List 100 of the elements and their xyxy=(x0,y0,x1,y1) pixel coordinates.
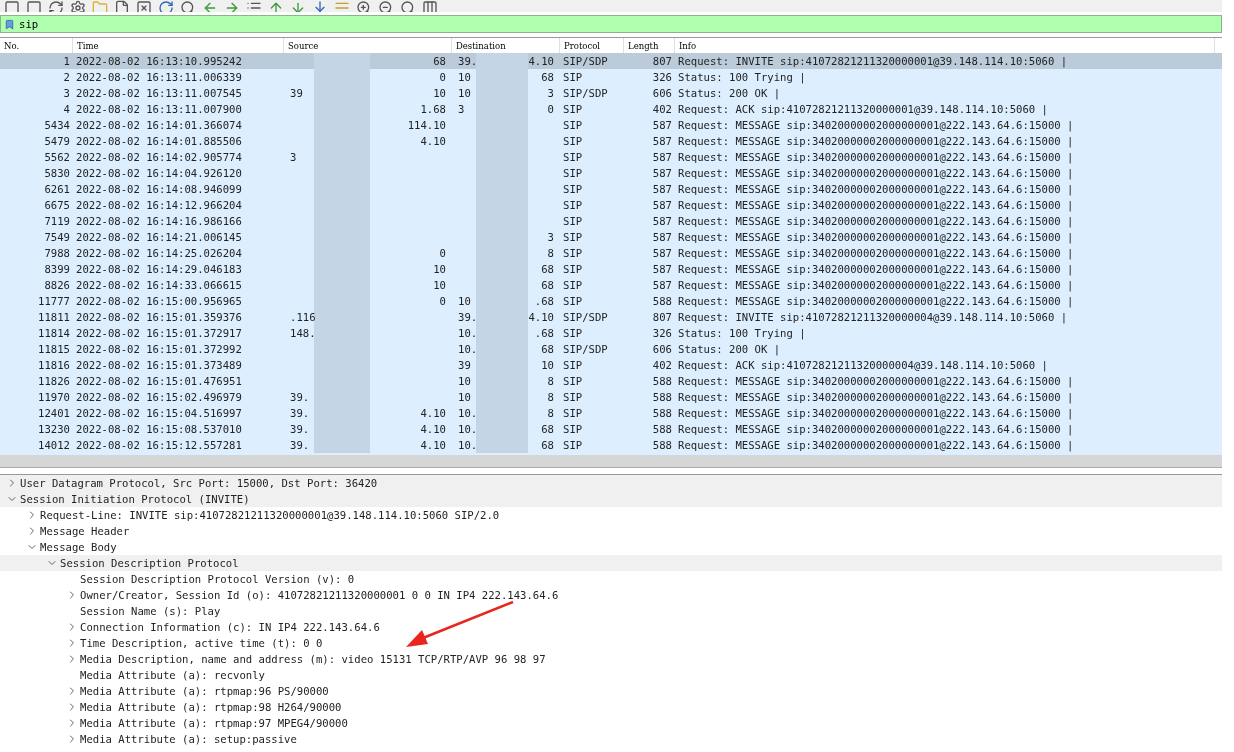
refresh-icon[interactable] xyxy=(48,0,64,12)
packet-row[interactable]: 1 2022-08-02 16:13:10.995242 68 39. 4.10 SIP/SDP 807 Request: INVITE sip:41072821211320000001@39.148.114.10:5060 | xyxy=(0,53,1222,69)
reload-icon[interactable] xyxy=(158,0,174,12)
address-fragment: 10 xyxy=(433,279,446,291)
tree-item[interactable]: User Datagram Protocol, Src Port: 15000, Dst Port: 36420 xyxy=(0,475,1222,491)
address-fragment: 39. xyxy=(290,407,310,419)
packet-row[interactable]: 7119 2022-08-02 16:14:16.986166 SIP 587 Request: MESSAGE sip:34020000002000000001@222.143.64.6:15000 | xyxy=(0,213,1222,229)
packet-row[interactable]: 12401 2022-08-02 16:15:04.516997 39. 4.10 10. 8 SIP 588 Request: MESSAGE sip:34020000002000000001@222.143.64.6:15000 | xyxy=(0,405,1222,421)
packet-row[interactable]: 5434 2022-08-02 16:14:01.366074 114.10 SIP 587 Request: MESSAGE sip:34020000002000000001@222.143.64.6:15000 | xyxy=(0,117,1222,133)
tree-item[interactable]: Owner/Creator, Session Id (o): 41072821211320000001 0 0 IN IP4 222.143.64.6 xyxy=(0,587,1222,603)
tree-item[interactable]: Connection Information (c): IN IP4 222.143.64.6 xyxy=(0,619,1222,635)
packet-row[interactable]: 3 2022-08-02 16:13:11.007545 39 10 10 3 SIP/SDP 606 Status: 200 OK | xyxy=(0,85,1222,101)
table-cell-text: SIP/SDP xyxy=(562,55,609,67)
tree-item[interactable]: Message Body xyxy=(0,539,1222,555)
tree-item[interactable]: Media Attribute (a): rtpmap:98 H264/90000 xyxy=(0,699,1222,715)
tree-item[interactable]: Session Description Protocol Version (v): 0 xyxy=(0,571,1222,587)
address-fragment: 10 xyxy=(458,71,471,83)
scroll-down-icon[interactable] xyxy=(312,0,328,12)
table-cell-text: SIP xyxy=(562,119,584,131)
packet-row[interactable]: 14012 2022-08-02 16:15:12.557281 39. 4.10 10. 68 SIP 588 Request: MESSAGE sip:34020000002000000001@222.143.64.6:15000 | xyxy=(0,437,1222,453)
table-cell-text: 587 xyxy=(651,247,673,259)
tree-item[interactable]: Message Header xyxy=(0,523,1222,539)
file-icon[interactable] xyxy=(114,0,130,12)
packet-row[interactable]: 11815 2022-08-02 16:15:01.372992 10. 68 SIP/SDP 606 Status: 200 OK | xyxy=(0,341,1222,357)
table-cell-text: 2022-08-02 16:15:01.372917 xyxy=(75,327,243,339)
table-cell-text: 326 xyxy=(651,71,673,83)
bookmark-icon[interactable] xyxy=(4,18,15,30)
address-fragment: 68 xyxy=(541,279,554,291)
address-fragment: 0 xyxy=(547,103,554,115)
list-icon[interactable] xyxy=(246,0,262,12)
table-cell-text: 587 xyxy=(651,279,673,291)
settings-icon[interactable] xyxy=(70,0,86,12)
tree-item[interactable]: Media Attribute (a): rtpmap:96 PS/90000 xyxy=(0,683,1222,699)
packet-row[interactable]: 13230 2022-08-02 16:15:08.537010 39. 4.10 10. 68 SIP 588 Request: MESSAGE sip:34020000002000000001@222.143.64.6:15000 | xyxy=(0,421,1222,437)
table-cell-text: 587 xyxy=(651,215,673,227)
packet-row[interactable]: 7549 2022-08-02 16:14:21.006145 3 SIP 587 Request: MESSAGE sip:34020000002000000001@222.143.64.6:15000 | xyxy=(0,229,1222,245)
tree-item[interactable]: Request-Line: INVITE sip:41072821211320000001@39.148.114.10:5060 SIP/2.0 xyxy=(0,507,1222,523)
table-cell-text: SIP xyxy=(562,359,584,371)
packet-row[interactable]: 6675 2022-08-02 16:14:12.966204 SIP 587 Request: MESSAGE sip:34020000002000000001@222.143.64.6:15000 | xyxy=(0,197,1222,213)
close-file-icon[interactable] xyxy=(136,0,152,12)
tree-item[interactable]: Media Attribute (a): recvonly xyxy=(0,667,1222,683)
table-cell-text: 2022-08-02 16:14:25.026204 xyxy=(75,247,243,259)
packet-row[interactable]: 11777 2022-08-02 16:15:00.956965 0 10 .68 SIP 588 Request: MESSAGE sip:34020000002000000001@222.143.64.6:15000 | xyxy=(0,293,1222,309)
lines-icon[interactable] xyxy=(334,0,350,12)
packet-row[interactable]: 11816 2022-08-02 16:15:01.373489 39 10 SIP 402 Request: ACK sip:41072821211320000004@39.148.114.10:5060 | xyxy=(0,357,1222,373)
zoom-out-icon[interactable] xyxy=(378,0,394,12)
horizontal-scrollbar[interactable] xyxy=(0,455,1222,468)
packet-row[interactable]: 11826 2022-08-02 16:15:01.476951 10 8 SIP 588 Request: MESSAGE sip:34020000002000000001@222.143.64.6:15000 | xyxy=(0,373,1222,389)
tree-item[interactable]: Media Attribute (a): setup:passive xyxy=(0,731,1222,747)
packet-row[interactable]: 11811 2022-08-02 16:15:01.359376 .116 39. 4.10 SIP/SDP 807 Request: INVITE sip:41072821211320000004@39.148.114.10:5060 | xyxy=(0,309,1222,325)
address-fragment: 68 xyxy=(541,71,554,83)
display-filter-field[interactable]: sip xyxy=(19,18,1169,30)
packet-row[interactable]: 5479 2022-08-02 16:14:01.885506 4.10 SIP 587 Request: MESSAGE sip:34020000002000000001@222.143.64.6:15000 | xyxy=(0,133,1222,149)
packet-row[interactable]: 11970 2022-08-02 16:15:02.496979 39. 10 8 SIP 588 Request: MESSAGE sip:34020000002000000001@222.143.64.6:15000 | xyxy=(0,389,1222,405)
tree-item[interactable]: Time Description, active time (t): 0 0 xyxy=(0,635,1222,651)
table-cell-text: 2022-08-02 16:15:01.373489 xyxy=(75,359,243,371)
table-cell-text: Request: ACK sip:41072821211320000004@39.148.114.10:5060 | xyxy=(677,359,1049,371)
table-cell-text: 7119 xyxy=(43,215,71,227)
address-fragment: 10. xyxy=(458,439,478,451)
table-cell-text: 2022-08-02 16:15:08.537010 xyxy=(75,423,243,435)
tree-item[interactable]: Session Initiation Protocol (INVITE) xyxy=(0,491,1222,507)
table-cell-text: Status: 100 Trying | xyxy=(677,71,807,83)
table-cell-text: 5479 xyxy=(43,135,71,147)
table-cell-text: 2 xyxy=(62,71,71,83)
tree-item[interactable]: Media Description, name and address (m): video 15131 TCP/RTP/AVP 96 98 97 xyxy=(0,651,1222,667)
table-cell-text: Request: MESSAGE sip:34020000002000000001@222.143.64.6:15000 | xyxy=(677,119,1075,131)
address-fragment: 68 xyxy=(541,423,554,435)
tree-item[interactable]: Session Description Protocol xyxy=(0,555,1222,571)
packet-row[interactable]: 6261 2022-08-02 16:14:08.946099 SIP 587 Request: MESSAGE sip:34020000002000000001@222.143.64.6:15000 | xyxy=(0,181,1222,197)
packet-row[interactable]: 8826 2022-08-02 16:14:33.066615 10 68 SIP 587 Request: MESSAGE sip:34020000002000000001@222.143.64.6:15000 | xyxy=(0,277,1222,293)
table-cell-text: 2022-08-02 16:14:21.006145 xyxy=(75,231,243,243)
packet-row[interactable]: 5562 2022-08-02 16:14:02.905774 3 SIP 587 Request: MESSAGE sip:34020000002000000001@222.143.64.6:15000 | xyxy=(0,149,1222,165)
zoom-in-icon[interactable] xyxy=(356,0,372,12)
address-fragment: 4.10 xyxy=(420,423,446,435)
packet-row[interactable]: 5830 2022-08-02 16:14:04.926120 SIP 587 Request: MESSAGE sip:34020000002000000001@222.143.64.6:15000 | xyxy=(0,165,1222,181)
table-cell-text: SIP xyxy=(562,103,584,115)
table-cell-text: 8399 xyxy=(43,263,71,275)
display-filter-bar[interactable]: sip xyxy=(0,15,1222,33)
address-fragment: 8 xyxy=(547,375,554,387)
packet-row[interactable]: 11814 2022-08-02 16:15:01.372917 148. 10. .68 SIP 326 Status: 100 Trying | xyxy=(0,325,1222,341)
table-cell-text: 588 xyxy=(651,391,673,403)
address-fragment: 10 xyxy=(541,359,554,371)
table-cell-text: 587 xyxy=(651,119,673,131)
table-cell-text: 2022-08-02 16:13:10.995242 xyxy=(75,55,243,67)
table-cell-text: Request: MESSAGE sip:34020000002000000001@222.143.64.6:15000 | xyxy=(677,423,1075,435)
table-cell-text: Request: MESSAGE sip:34020000002000000001@222.143.64.6:15000 | xyxy=(677,151,1075,163)
packet-row[interactable]: 8399 2022-08-02 16:14:29.046183 10 68 SIP 587 Request: MESSAGE sip:34020000002000000001@222.143.64.6:15000 | xyxy=(0,261,1222,277)
redaction-blur xyxy=(476,53,528,69)
packet-row[interactable]: 4 2022-08-02 16:13:11.007900 1.68 3 0 SIP 402 Request: ACK sip:41072821211320000001@39.148.114.10:5060 | xyxy=(0,101,1222,117)
packet-row[interactable]: 7988 2022-08-02 16:14:25.026204 0 8 SIP 587 Request: MESSAGE sip:34020000002000000001@222.143.64.6:15000 | xyxy=(0,245,1222,261)
columns-icon[interactable] xyxy=(422,0,438,12)
packet-row[interactable]: 2 2022-08-02 16:13:11.006339 0 10 68 SIP 326 Status: 100 Trying | xyxy=(0,69,1222,85)
tree-item[interactable]: Media Attribute (a): rtpmap:97 MPEG4/90000 xyxy=(0,715,1222,731)
table-cell-text: Request: MESSAGE sip:34020000002000000001@222.143.64.6:15000 | xyxy=(677,295,1075,307)
tree-item[interactable]: Session Name (s): Play xyxy=(0,603,1222,619)
table-cell-text: 587 xyxy=(651,263,673,275)
table-cell-text: 2022-08-02 16:14:12.966204 xyxy=(75,199,243,211)
table-cell-text: Request: MESSAGE sip:34020000002000000001@222.143.64.6:15000 | xyxy=(677,183,1075,195)
folder-icon[interactable] xyxy=(92,0,108,12)
table-cell-text: 7988 xyxy=(43,247,71,259)
